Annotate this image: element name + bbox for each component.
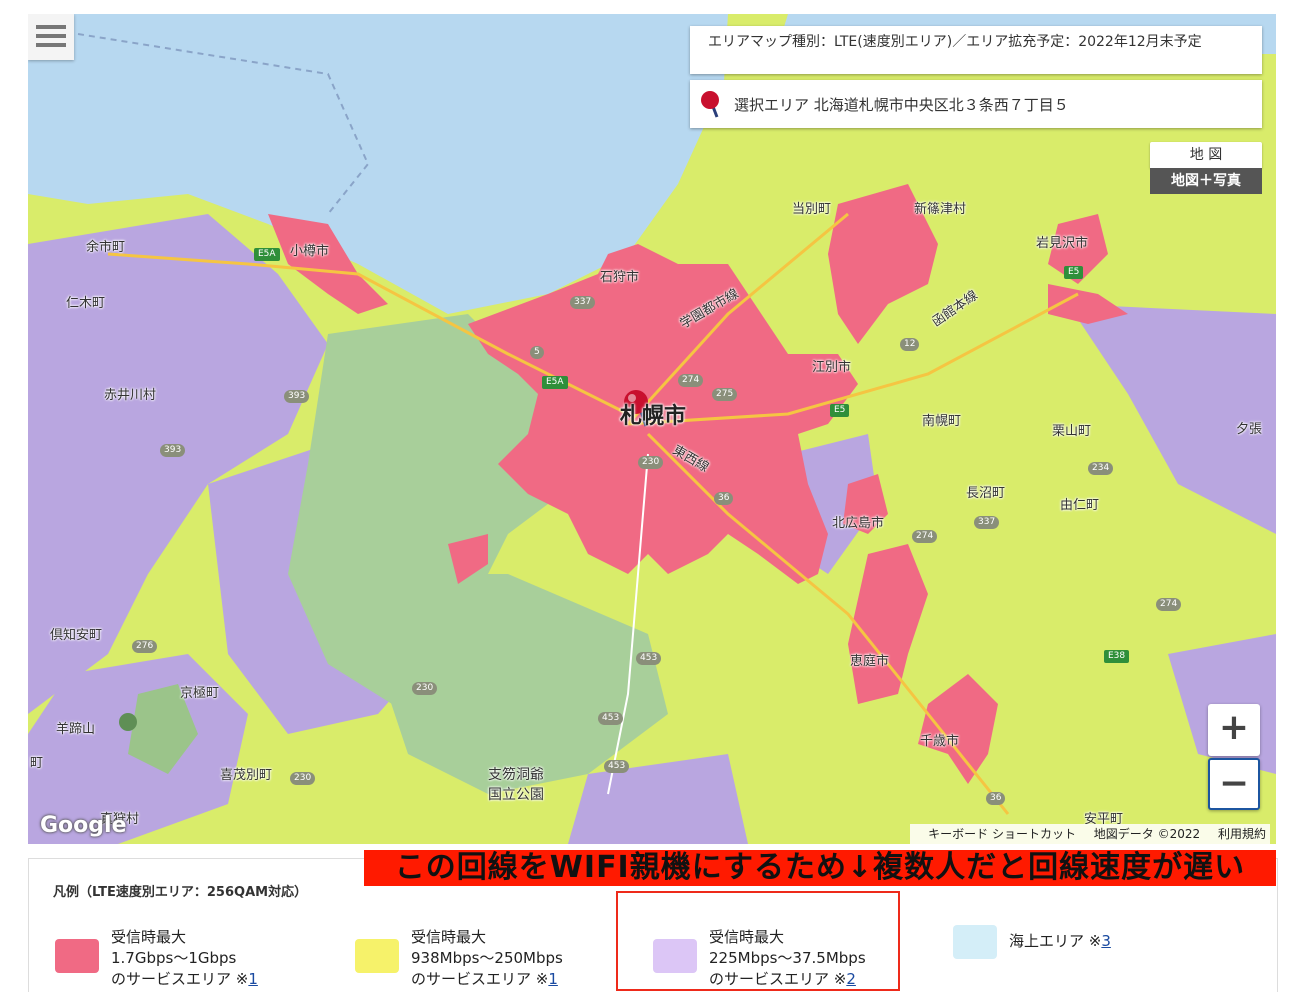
route-shield: 274	[912, 530, 938, 543]
legend-note-link[interactable]: 1	[248, 970, 258, 988]
expressway-shield: E5	[1064, 266, 1084, 279]
place-chitose: 千歳市	[920, 734, 960, 749]
place-kutchan: 倶知安町	[50, 628, 103, 643]
area-type-panel: エリアマップ種別：LTE(速度別エリア)／エリア拡充予定：2022年12月末予定	[690, 26, 1262, 74]
selected-area-text: 選択エリア 北海道札幌市中央区北３条西７丁目５	[734, 96, 1069, 114]
zoom-in-button[interactable]: +	[1208, 704, 1260, 756]
legend-note-link[interactable]: 3	[1101, 932, 1111, 950]
place-otaru: 小樽市	[290, 244, 330, 259]
coverage-map[interactable]: 札幌市 小樽市 石狩市 当別町 新篠津村 岩見沢市 余市町 仁木町 赤井川村 江…	[28, 14, 1276, 844]
place-kimobetsu: 喜茂別町	[220, 768, 273, 783]
route-shield: 453	[604, 760, 630, 773]
route-shield: 274	[678, 374, 704, 387]
zoom-out-button[interactable]: −	[1208, 758, 1260, 810]
map-type-toggle[interactable]: 地 図 地図＋写真	[1150, 142, 1262, 194]
place-yoteizan: 羊蹄山	[56, 722, 96, 737]
annotation-highlight-box	[616, 891, 900, 991]
route-shield: 276	[132, 640, 158, 653]
route-shield: 36	[714, 492, 734, 505]
place-cho-left: 町	[30, 756, 44, 771]
route-shield: 393	[284, 390, 310, 403]
place-akaigawa: 赤井川村	[104, 388, 157, 403]
menu-bar	[36, 25, 66, 29]
legend-line: 1.7Gbps〜1Gbps	[111, 949, 237, 967]
expressway-shield: E5	[830, 404, 850, 417]
route-shield: 453	[636, 652, 662, 665]
route-shield: 36	[986, 792, 1006, 805]
place-shikotsu-park-1: 支笏洞爺	[488, 767, 544, 783]
keyboard-shortcuts-link[interactable]: キーボード ショートカット	[928, 827, 1076, 841]
menu-icon[interactable]	[28, 14, 74, 60]
place-ishikari: 石狩市	[600, 270, 640, 285]
legend-line: のサービスエリア ※1	[411, 969, 563, 990]
map-attribution: キーボード ショートカット 地図データ ©2022 利用規約	[910, 824, 1270, 844]
legend-line: 938Mbps〜250Mbps	[411, 949, 563, 967]
legend-note-text: のサービスエリア ※	[411, 970, 549, 988]
place-ebetsu: 江別市	[812, 360, 852, 375]
pin-icon	[701, 91, 719, 118]
menu-bar	[36, 43, 66, 47]
google-logo: Google	[40, 813, 127, 838]
expressway-shield: E5A	[542, 376, 568, 389]
place-yuni: 由仁町	[1060, 498, 1100, 513]
route-shield: 230	[412, 682, 438, 695]
route-shield: 453	[598, 712, 624, 725]
place-kitahiroshima: 北広島市	[832, 516, 885, 531]
legend-swatch	[55, 939, 99, 973]
place-tobetsu: 当別町	[792, 202, 832, 217]
route-shield: 234	[1088, 462, 1114, 475]
route-shield: 393	[160, 444, 186, 457]
map-data-credit: 地図データ ©2022	[1093, 827, 1201, 841]
place-niki: 仁木町	[66, 296, 106, 311]
place-eniwa: 恵庭市	[850, 654, 890, 669]
route-shield: 5	[530, 346, 544, 359]
legend-line: 受信時最大	[111, 928, 187, 946]
mountain-marker	[119, 713, 137, 731]
map-type-map-button[interactable]: 地 図	[1150, 142, 1262, 168]
place-shikotsu-park-2: 国立公園	[488, 787, 544, 803]
place-kyogoku: 京極町	[180, 686, 220, 701]
legend-note-link[interactable]: 1	[548, 970, 558, 988]
terms-link[interactable]: 利用規約	[1218, 827, 1266, 841]
annotation-banner: この回線をWIFI親機にするため↓複数人だと回線速度が遅い	[364, 850, 1276, 886]
expressway-shield: E38	[1104, 650, 1130, 663]
place-yoichi: 余市町	[86, 240, 126, 255]
route-shield: 230	[638, 456, 664, 469]
place-iwamizawa: 岩見沢市	[1036, 236, 1089, 251]
legend-note-text: のサービスエリア ※	[111, 970, 249, 988]
place-shinshinotsu: 新篠津村	[914, 202, 967, 217]
place-sapporo: 札幌市	[620, 404, 687, 429]
route-shield: 274	[1156, 598, 1182, 611]
route-shield: 275	[712, 388, 738, 401]
map-type-satellite-button[interactable]: 地図＋写真	[1150, 168, 1262, 194]
place-nanporo: 南幌町	[922, 414, 962, 429]
area-type-text: エリアマップ種別：LTE(速度別エリア)／エリア拡充予定：2022年12月末予定	[708, 34, 1202, 50]
expressway-shield: E5A	[254, 248, 280, 261]
legend-line: 受信時最大	[411, 928, 487, 946]
legend-swatch	[355, 939, 399, 973]
selected-area-panel[interactable]: 選択エリア 北海道札幌市中央区北３条西７丁目５	[690, 80, 1262, 128]
route-shield: 337	[974, 516, 1000, 529]
route-shield: 12	[900, 338, 920, 351]
place-naganuma: 長沼町	[966, 486, 1006, 501]
legend-line: 海上エリア ※	[1009, 932, 1102, 950]
menu-bar	[36, 34, 66, 38]
route-shield: 230	[290, 772, 316, 785]
legend-title: 凡例（LTE速度別エリア：256QAM対応）	[53, 885, 308, 900]
route-shield: 337	[570, 296, 596, 309]
place-kuriyama: 栗山町	[1052, 424, 1092, 439]
place-yubari: 夕張	[1236, 422, 1263, 437]
legend-line: のサービスエリア ※1	[111, 969, 258, 990]
legend-swatch	[953, 925, 997, 959]
